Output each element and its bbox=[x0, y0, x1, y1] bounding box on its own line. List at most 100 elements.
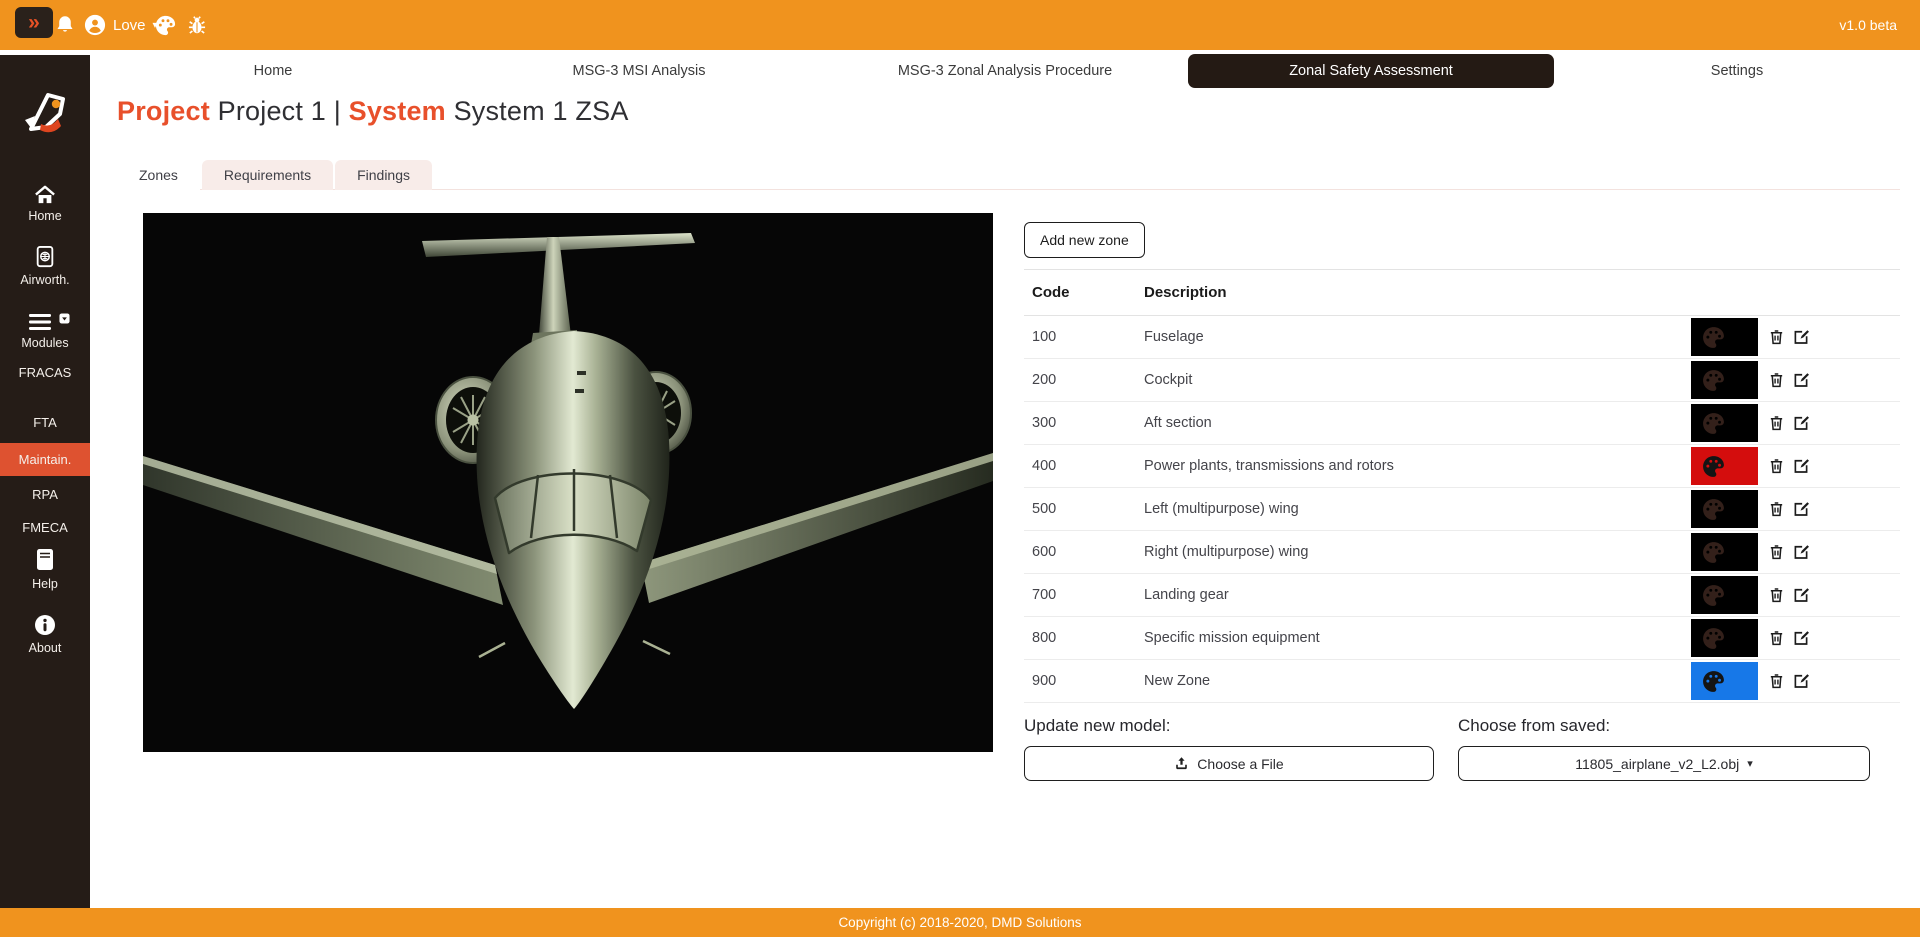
zone-table-row: 200 Cockpit bbox=[1024, 359, 1900, 402]
sidebar-item-modules[interactable]: Modules bbox=[0, 312, 90, 350]
trash-icon bbox=[1768, 672, 1785, 690]
delete-zone-button[interactable] bbox=[1768, 531, 1785, 573]
zsa-tabs: Zones Requirements Findings bbox=[117, 160, 434, 190]
nav-tab-msg3-msi-analysis[interactable]: MSG-3 MSI Analysis bbox=[456, 50, 822, 92]
sidebar-item-label: Modules bbox=[21, 336, 68, 350]
tab-zones[interactable]: Zones bbox=[117, 160, 200, 190]
zone-code: 900 bbox=[1024, 673, 1144, 689]
sidebar-item-fmeca[interactable]: FMECA bbox=[0, 520, 90, 535]
trash-icon bbox=[1768, 500, 1785, 518]
pencil-square-icon bbox=[1792, 500, 1810, 518]
delete-zone-button[interactable] bbox=[1768, 445, 1785, 487]
choose-file-button[interactable]: Choose a File bbox=[1024, 746, 1434, 781]
palette-icon bbox=[154, 14, 177, 37]
sidebar-item-fracas[interactable]: FRACAS bbox=[0, 365, 90, 380]
sidebar-item-fta[interactable]: FTA bbox=[0, 415, 90, 430]
edit-zone-button[interactable] bbox=[1792, 316, 1810, 358]
palette-icon bbox=[1701, 454, 1726, 479]
delete-zone-button[interactable] bbox=[1768, 359, 1785, 401]
sidebar-item-home[interactable]: Home bbox=[0, 185, 90, 223]
zone-color-swatch[interactable] bbox=[1691, 662, 1758, 700]
bird-logo-icon bbox=[15, 83, 75, 143]
zone-description: Aft section bbox=[1144, 415, 1900, 431]
zone-description: Cockpit bbox=[1144, 372, 1900, 388]
palette-icon bbox=[1701, 368, 1726, 393]
sidebar-item-airworthiness[interactable]: Airworth. bbox=[0, 245, 90, 287]
nav-tab-settings[interactable]: Settings bbox=[1554, 50, 1920, 92]
nav-tab-zonal-safety-assessment[interactable]: Zonal Safety Assessment bbox=[1188, 50, 1554, 92]
airworthiness-icon bbox=[34, 245, 56, 269]
sidebar: Home Airworth. Modul bbox=[0, 55, 90, 908]
sidebar-item-help[interactable]: Help bbox=[0, 547, 90, 591]
sidebar-item-rpa[interactable]: RPA bbox=[0, 487, 90, 502]
edit-zone-button[interactable] bbox=[1792, 531, 1810, 573]
zone-description: Landing gear bbox=[1144, 587, 1900, 603]
notifications-button[interactable] bbox=[52, 0, 78, 50]
sidebar-collapse-button[interactable]: » bbox=[15, 7, 53, 38]
sidebar-item-maintain[interactable]: Maintain. bbox=[0, 443, 90, 476]
zone-description: Specific mission equipment bbox=[1144, 630, 1900, 646]
user-menu[interactable]: Love ▾ bbox=[84, 0, 158, 50]
edit-zone-button[interactable] bbox=[1792, 488, 1810, 530]
topbar: » Love ▾ bbox=[0, 0, 1920, 50]
edit-zone-button[interactable] bbox=[1792, 445, 1810, 487]
zone-description: Fuselage bbox=[1144, 329, 1900, 345]
column-header-code: Code bbox=[1024, 284, 1144, 301]
add-new-zone-button[interactable]: Add new zone bbox=[1024, 222, 1145, 258]
sidebar-item-label: About bbox=[29, 641, 62, 655]
pencil-square-icon bbox=[1792, 371, 1810, 389]
zone-table-row: 500 Left (multipurpose) wing bbox=[1024, 488, 1900, 531]
theme-button[interactable] bbox=[152, 0, 178, 50]
delete-zone-button[interactable] bbox=[1768, 488, 1785, 530]
delete-zone-button[interactable] bbox=[1768, 660, 1785, 702]
edit-zone-button[interactable] bbox=[1792, 359, 1810, 401]
zone-color-swatch[interactable] bbox=[1691, 576, 1758, 614]
palette-icon bbox=[1701, 497, 1726, 522]
zone-color-swatch[interactable] bbox=[1691, 533, 1758, 571]
modules-expand-icon bbox=[59, 313, 70, 324]
zone-color-swatch[interactable] bbox=[1691, 404, 1758, 442]
sidebar-item-about[interactable]: About bbox=[0, 613, 90, 655]
sidebar-item-label: Help bbox=[32, 577, 58, 591]
delete-zone-button[interactable] bbox=[1768, 402, 1785, 444]
zone-table-row: 600 Right (multipurpose) wing bbox=[1024, 531, 1900, 574]
edit-zone-button[interactable] bbox=[1792, 660, 1810, 702]
upload-icon bbox=[1174, 756, 1189, 771]
about-icon bbox=[33, 613, 57, 637]
debug-button[interactable] bbox=[184, 0, 210, 50]
trash-icon bbox=[1768, 371, 1785, 389]
app-logo[interactable] bbox=[15, 83, 75, 143]
zone-color-swatch[interactable] bbox=[1691, 490, 1758, 528]
app-root: » Love ▾ bbox=[0, 0, 1920, 937]
delete-zone-button[interactable] bbox=[1768, 617, 1785, 659]
edit-zone-button[interactable] bbox=[1792, 402, 1810, 444]
version-label: v1.0 beta bbox=[1839, 0, 1897, 50]
trash-icon bbox=[1768, 543, 1785, 561]
nav-tab-home[interactable]: Home bbox=[90, 50, 456, 92]
zone-code: 500 bbox=[1024, 501, 1144, 517]
system-label: System bbox=[349, 96, 446, 126]
zone-color-swatch[interactable] bbox=[1691, 361, 1758, 399]
tab-requirements[interactable]: Requirements bbox=[202, 160, 333, 190]
edit-zone-button[interactable] bbox=[1792, 617, 1810, 659]
zone-description: Power plants, transmissions and rotors bbox=[1144, 458, 1900, 474]
model-viewport[interactable] bbox=[143, 213, 993, 752]
pencil-square-icon bbox=[1792, 629, 1810, 647]
palette-icon bbox=[1701, 626, 1726, 651]
saved-model-dropdown[interactable]: 11805_airplane_v2_L2.obj ▾ bbox=[1458, 746, 1870, 781]
edit-zone-button[interactable] bbox=[1792, 574, 1810, 616]
delete-zone-button[interactable] bbox=[1768, 574, 1785, 616]
zone-color-swatch[interactable] bbox=[1691, 619, 1758, 657]
nav-tab-msg3-zonal-analysis[interactable]: MSG-3 Zonal Analysis Procedure bbox=[822, 50, 1188, 92]
palette-icon bbox=[1701, 669, 1726, 694]
tab-findings[interactable]: Findings bbox=[335, 160, 432, 190]
bug-icon bbox=[186, 14, 208, 37]
caret-down-icon: ▾ bbox=[1747, 757, 1753, 770]
zone-color-swatch[interactable] bbox=[1691, 318, 1758, 356]
trash-icon bbox=[1768, 629, 1785, 647]
palette-icon bbox=[1701, 411, 1726, 436]
delete-zone-button[interactable] bbox=[1768, 316, 1785, 358]
zone-table-row: 400 Power plants, transmissions and roto… bbox=[1024, 445, 1900, 488]
zone-code: 800 bbox=[1024, 630, 1144, 646]
zone-color-swatch[interactable] bbox=[1691, 447, 1758, 485]
